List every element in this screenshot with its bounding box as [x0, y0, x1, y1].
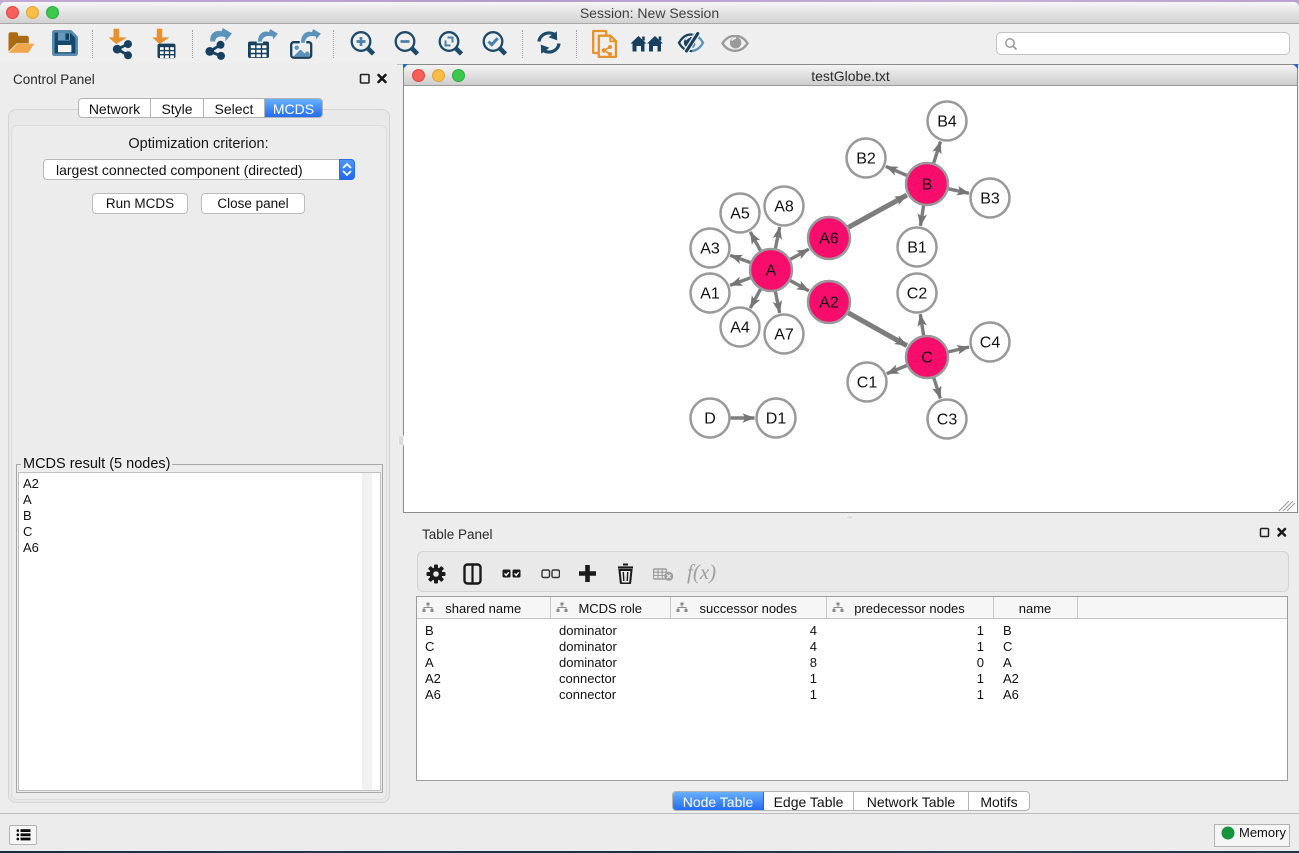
- svg-text:A: A: [766, 263, 777, 280]
- svg-text:A7: A7: [774, 327, 794, 344]
- svg-text:B4: B4: [937, 114, 957, 131]
- svg-text:A3: A3: [700, 241, 720, 258]
- svg-text:A2: A2: [819, 295, 839, 312]
- svg-text:B: B: [922, 177, 933, 194]
- svg-text:A8: A8: [774, 199, 794, 216]
- svg-text:C4: C4: [980, 335, 1001, 352]
- svg-text:C2: C2: [907, 286, 928, 303]
- svg-text:C3: C3: [937, 412, 958, 429]
- svg-text:A6: A6: [819, 231, 839, 248]
- svg-text:D1: D1: [766, 411, 787, 428]
- svg-text:A1: A1: [700, 286, 720, 303]
- svg-text:A5: A5: [730, 206, 750, 223]
- svg-text:A4: A4: [730, 320, 750, 337]
- svg-text:C1: C1: [857, 375, 878, 392]
- svg-text:B1: B1: [907, 240, 927, 257]
- svg-text:B2: B2: [856, 151, 876, 168]
- svg-text:B3: B3: [980, 191, 1000, 208]
- svg-text:D: D: [704, 411, 716, 428]
- svg-text:C: C: [921, 350, 933, 367]
